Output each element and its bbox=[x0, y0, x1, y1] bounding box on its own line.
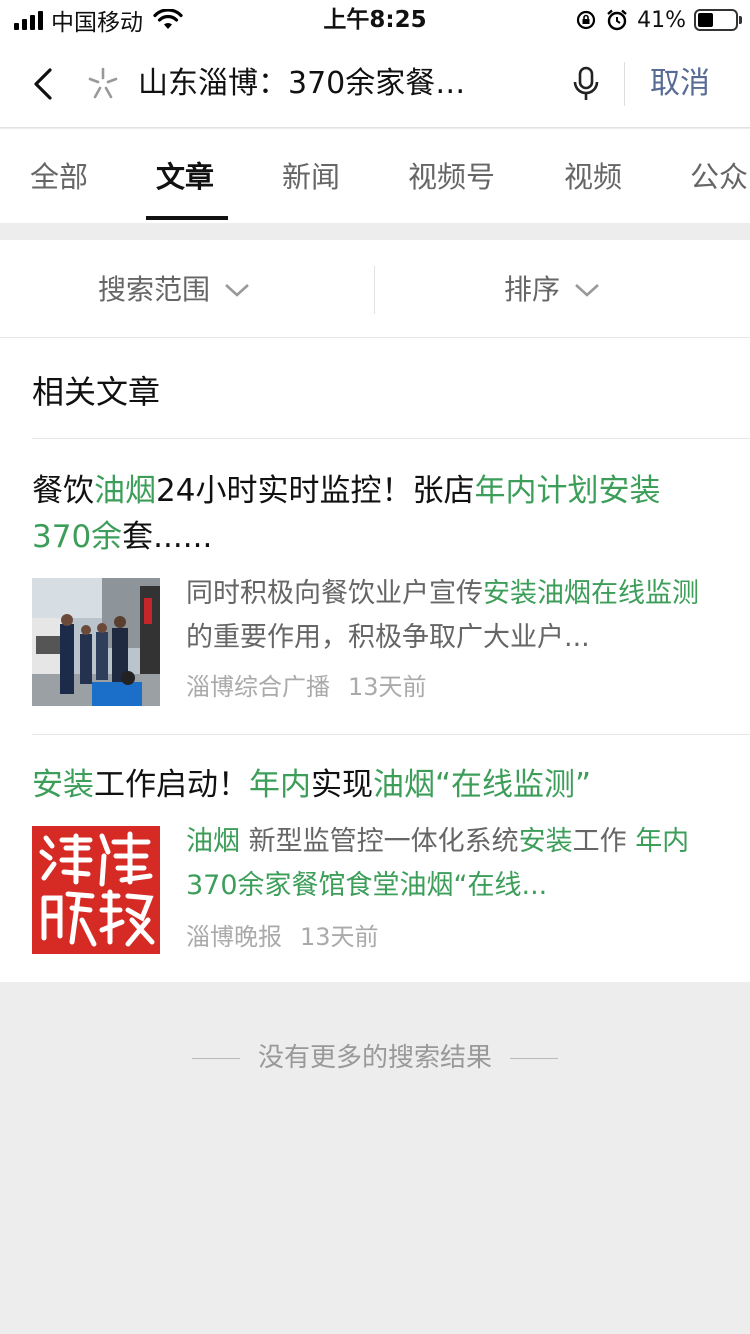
article-meta: 淄博综合广播 13天前 bbox=[186, 670, 427, 704]
text-segment: 的重要作用，积极争取广大业户... bbox=[186, 622, 590, 653]
chevron-down-icon bbox=[225, 284, 249, 297]
highlighted-keyword: 油烟“在线监测” bbox=[373, 767, 592, 803]
results-list: 相关文章 餐饮油烟24小时实时监控！张店年内计划安装370余套...... 同时… bbox=[0, 338, 750, 982]
highlighted-keyword: 年内 bbox=[249, 767, 311, 803]
tab-news[interactable]: 新闻 bbox=[282, 157, 340, 197]
divider bbox=[374, 266, 375, 314]
photo-thumbnail-icon bbox=[32, 578, 160, 706]
divider bbox=[32, 734, 750, 735]
cancel-button[interactable]: 取消 bbox=[650, 64, 710, 104]
article-time: 13天前 bbox=[348, 673, 427, 701]
article-source[interactable]: 淄博晚报 bbox=[186, 923, 282, 951]
highlighted-keyword: 安装 bbox=[32, 767, 94, 803]
tab-all[interactable]: 全部 bbox=[30, 157, 88, 197]
article-source[interactable]: 淄博综合广播 bbox=[186, 673, 330, 701]
active-tab-indicator bbox=[146, 216, 228, 220]
text-segment: 实现 bbox=[311, 767, 373, 803]
text-segment: 同时积极向餐饮业户宣传 bbox=[186, 578, 483, 609]
divider bbox=[624, 62, 625, 106]
article-title: 餐饮油烟24小时实时监控！张店年内计划安装370余套...... bbox=[32, 468, 712, 560]
back-icon[interactable] bbox=[28, 64, 60, 104]
chevron-down-icon bbox=[575, 284, 599, 297]
tab-videos[interactable]: 视频 bbox=[564, 157, 622, 197]
article-summary: 油烟 新型监管控一体化系统安装工作 年内370余家餐馆食堂油烟“在线... bbox=[186, 820, 716, 908]
text-segment: 24小时实时监控！张店 bbox=[156, 473, 475, 509]
battery-percent: 41% bbox=[637, 7, 686, 33]
end-of-results: 没有更多的搜索结果 bbox=[0, 1038, 750, 1078]
tab-official-accounts[interactable]: 公众 bbox=[690, 157, 748, 197]
highlighted-keyword: 安装油烟在线监测 bbox=[483, 578, 699, 609]
highlighted-keyword: 油烟 bbox=[186, 826, 240, 857]
text-segment: 餐饮 bbox=[32, 473, 94, 509]
highlighted-keyword: 安装 bbox=[518, 826, 573, 857]
text-segment: 工作启动！ bbox=[94, 767, 249, 803]
search-input[interactable]: 山东淄博：370余家餐… bbox=[138, 64, 538, 104]
text-segment: 套...... bbox=[122, 519, 213, 555]
divider bbox=[32, 438, 750, 439]
highlighted-keyword: 油烟 bbox=[94, 473, 156, 509]
status-bar: 中国移动 上午8:25 41% bbox=[0, 0, 750, 42]
sort-filter-label: 排序 bbox=[504, 273, 561, 306]
text-segment: 新型监管控一体化系统 bbox=[240, 826, 519, 857]
rotation-lock-icon bbox=[576, 10, 596, 30]
scope-filter-label: 搜索范围 bbox=[98, 273, 211, 306]
article-title: 安装工作启动！年内实现油烟“在线监测” bbox=[32, 762, 712, 808]
newspaper-logo bbox=[32, 826, 160, 954]
article-meta: 淄博晚报 13天前 bbox=[186, 920, 379, 954]
article-thumbnail bbox=[32, 826, 160, 954]
battery-icon bbox=[694, 9, 742, 31]
sort-filter[interactable]: 排序 bbox=[504, 270, 600, 310]
divider bbox=[191, 1057, 240, 1059]
filter-bar: 搜索范围 排序 bbox=[0, 240, 750, 338]
battery-level bbox=[698, 13, 713, 27]
tab-channels[interactable]: 视频号 bbox=[408, 157, 495, 197]
divider bbox=[510, 1057, 558, 1059]
article-time: 13天前 bbox=[300, 923, 379, 951]
search-bar: 山东淄博：370余家餐… 取消 bbox=[0, 42, 750, 128]
end-of-results-text: 没有更多的搜索结果 bbox=[257, 1043, 492, 1073]
tab-articles[interactable]: 文章 bbox=[156, 157, 214, 197]
article-thumbnail bbox=[32, 578, 160, 706]
section-title: 相关文章 bbox=[32, 373, 161, 411]
scope-filter[interactable]: 搜索范围 bbox=[98, 270, 250, 310]
article-summary: 同时积极向餐饮业户宣传安装油烟在线监测的重要作用，积极争取广大业户... bbox=[186, 572, 716, 660]
search-spark-icon bbox=[88, 67, 118, 99]
text-segment: 工作 bbox=[572, 826, 636, 857]
alarm-icon bbox=[607, 9, 627, 31]
category-tabs: 全部 文章 新闻 视频号 视频 公众 bbox=[0, 129, 750, 223]
microphone-icon[interactable] bbox=[570, 64, 602, 104]
